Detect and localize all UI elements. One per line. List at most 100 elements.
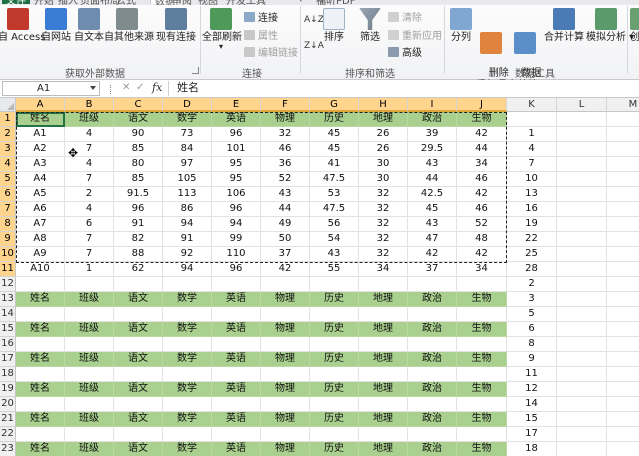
grid-cell[interactable]: 91.5 <box>114 187 163 202</box>
grid-cell[interactable]: 语文 <box>114 412 163 427</box>
grid-cell[interactable]: 91 <box>114 217 163 232</box>
grid-cell[interactable]: 73 <box>163 127 212 142</box>
empty-cell[interactable] <box>310 427 359 442</box>
empty-cell[interactable] <box>557 292 607 307</box>
grid-cell[interactable]: 8 <box>507 337 557 352</box>
grid-cell[interactable]: A5 <box>16 187 65 202</box>
grid-cell[interactable]: 数学 <box>163 322 212 337</box>
empty-cell[interactable] <box>163 337 212 352</box>
grid-cell[interactable]: 96 <box>114 202 163 217</box>
grid-cell[interactable]: 46 <box>457 202 507 217</box>
existing-connections-button[interactable]: 现有连接 <box>154 8 198 44</box>
empty-cell[interactable] <box>65 337 114 352</box>
grid-cell[interactable]: 姓名 <box>16 112 65 127</box>
grid-cell[interactable]: 90 <box>114 127 163 142</box>
grid-cell[interactable]: 语文 <box>114 442 163 456</box>
grid-cell[interactable]: 99 <box>212 232 261 247</box>
empty-cell[interactable] <box>557 232 607 247</box>
grid-cell[interactable]: A4 <box>16 172 65 187</box>
grid-cell[interactable]: 49 <box>261 217 310 232</box>
empty-cell[interactable] <box>359 337 408 352</box>
empty-cell[interactable] <box>557 337 607 352</box>
grid-cell[interactable]: 94 <box>163 217 212 232</box>
grid-cell[interactable]: A2 <box>16 142 65 157</box>
grid-cell[interactable]: 45 <box>310 127 359 142</box>
grid-cell[interactable]: 1 <box>65 262 114 277</box>
row-header[interactable]: 14 <box>0 307 16 322</box>
empty-cell[interactable] <box>557 277 607 292</box>
grid-cell[interactable]: 历史 <box>310 442 359 456</box>
grid-cell[interactable]: 物理 <box>261 382 310 397</box>
ribbon-tab[interactable]: 开发工具 <box>226 0 266 5</box>
empty-cell[interactable] <box>607 442 639 456</box>
empty-cell[interactable] <box>261 427 310 442</box>
grid-cell[interactable]: 历史 <box>310 112 359 127</box>
empty-cell[interactable] <box>65 397 114 412</box>
grid-cell[interactable]: 7 <box>65 232 114 247</box>
grid-cell[interactable]: 44 <box>261 202 310 217</box>
grid-cell[interactable]: 5 <box>507 307 557 322</box>
grid-cell[interactable]: 地理 <box>359 382 408 397</box>
formula-input[interactable]: 姓名 <box>168 81 639 96</box>
grid-cell[interactable]: 17 <box>507 427 557 442</box>
grid-cell[interactable]: 45 <box>408 202 457 217</box>
row-header[interactable]: 1 <box>0 112 16 127</box>
grid-cell[interactable]: 45 <box>310 142 359 157</box>
grid-cell[interactable]: 39 <box>408 127 457 142</box>
enter-icon[interactable]: ✓ <box>136 82 144 93</box>
grid-cell[interactable]: 34 <box>457 157 507 172</box>
empty-cell[interactable] <box>557 382 607 397</box>
row-header[interactable]: 5 <box>0 172 16 187</box>
grid-cell[interactable]: 1 <box>507 127 557 142</box>
grid-cell[interactable]: 84 <box>163 142 212 157</box>
grid-cell[interactable]: 47 <box>408 232 457 247</box>
empty-cell[interactable] <box>607 382 639 397</box>
grid-cell[interactable]: 44 <box>457 142 507 157</box>
grid-cell[interactable]: 物理 <box>261 322 310 337</box>
grid-cell[interactable]: 18 <box>507 442 557 456</box>
empty-cell[interactable] <box>457 367 507 382</box>
grid-cell[interactable]: 生物 <box>457 412 507 427</box>
ribbon-tab[interactable]: 开始 <box>34 0 54 5</box>
grid-cell[interactable]: 29.5 <box>408 142 457 157</box>
empty-cell[interactable] <box>163 427 212 442</box>
grid-cell[interactable]: 82 <box>114 232 163 247</box>
row-header[interactable]: 11 <box>0 262 16 277</box>
grid-cell[interactable]: 32 <box>359 232 408 247</box>
empty-cell[interactable] <box>557 157 607 172</box>
ribbon-tab[interactable]: 审阅 <box>172 0 192 5</box>
column-header-b[interactable]: B <box>65 98 114 112</box>
grid-cell[interactable]: 班级 <box>65 322 114 337</box>
grid-cell[interactable]: 32 <box>359 187 408 202</box>
empty-cell[interactable] <box>212 277 261 292</box>
empty-cell[interactable] <box>114 307 163 322</box>
ribbon-tab[interactable]: 视图 <box>198 0 218 5</box>
row-header[interactable]: 13 <box>0 292 16 307</box>
grid-cell[interactable]: 19 <box>507 217 557 232</box>
grid-cell[interactable]: 6 <box>507 322 557 337</box>
name-box-dropdown-icon[interactable] <box>90 86 96 90</box>
empty-cell[interactable] <box>557 217 607 232</box>
empty-cell[interactable] <box>557 307 607 322</box>
empty-cell[interactable] <box>607 292 639 307</box>
column-header-c[interactable]: C <box>114 98 163 112</box>
ribbon-tab[interactable]: 福昕PDF <box>316 0 355 5</box>
grid-cell[interactable]: 班级 <box>65 112 114 127</box>
empty-cell[interactable] <box>607 142 639 157</box>
grid-cell[interactable]: 42 <box>457 127 507 142</box>
properties-button[interactable]: 属性 <box>244 30 278 43</box>
grid-cell[interactable]: 生物 <box>457 112 507 127</box>
text-to-columns-button[interactable]: 分列 <box>448 8 474 44</box>
grid-cell[interactable]: 11 <box>507 367 557 382</box>
filter-button[interactable]: 筛选 <box>356 8 384 44</box>
empty-cell[interactable] <box>261 307 310 322</box>
grid-cell[interactable]: 42 <box>261 262 310 277</box>
grid-cell[interactable]: 地理 <box>359 412 408 427</box>
grid-cell[interactable]: 42 <box>457 247 507 262</box>
empty-cell[interactable] <box>607 367 639 382</box>
grid-cell[interactable]: 28 <box>507 262 557 277</box>
grid-cell[interactable]: 86 <box>163 202 212 217</box>
empty-cell[interactable] <box>212 367 261 382</box>
empty-cell[interactable] <box>16 337 65 352</box>
grid-cell[interactable]: A10 <box>16 262 65 277</box>
